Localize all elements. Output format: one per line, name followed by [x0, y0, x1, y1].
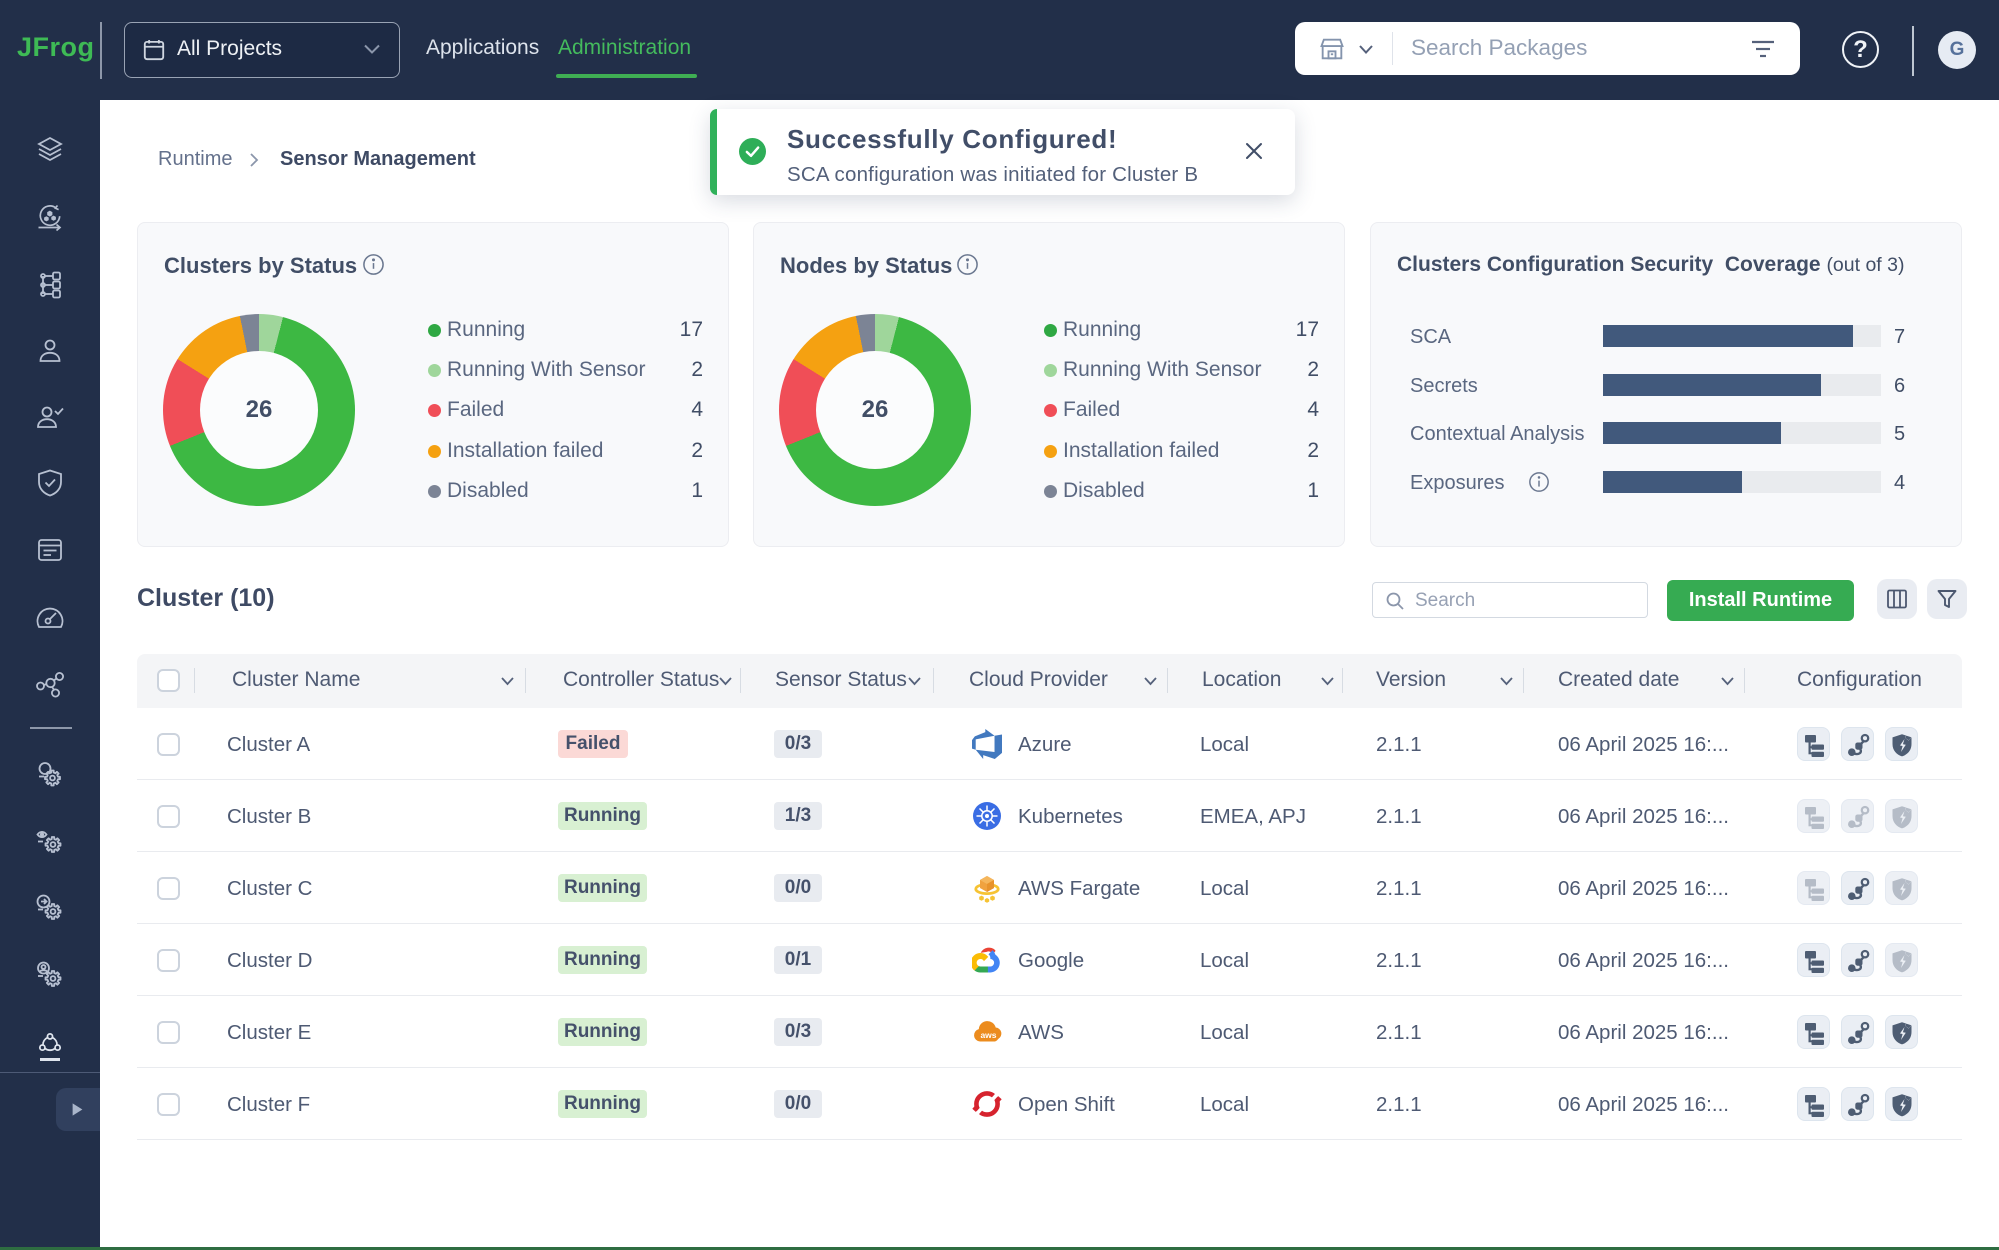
svg-text:aws: aws	[980, 1030, 996, 1040]
